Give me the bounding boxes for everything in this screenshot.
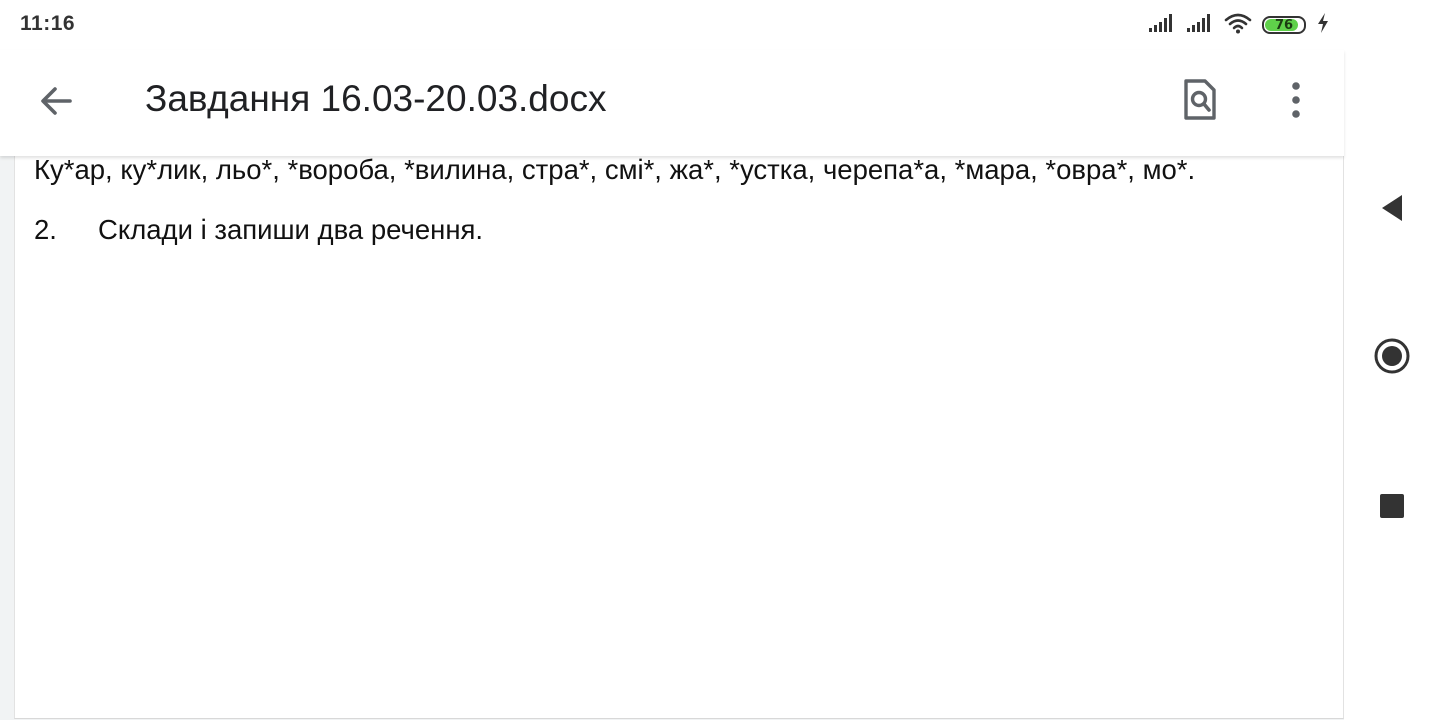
signal-sim1-icon xyxy=(1148,13,1176,38)
document-page[interactable]: Ку*ар, ку*лик, льо*, *вороба, *вилина, с… xyxy=(14,154,1344,719)
charging-icon xyxy=(1316,12,1330,39)
navigation-bar xyxy=(1344,0,1440,720)
nav-recents-button[interactable] xyxy=(1362,478,1422,538)
find-in-page-icon xyxy=(1182,78,1218,127)
document-line-1: Ку*ар, ку*лик, льо*, *вороба, *вилина, с… xyxy=(34,154,1196,185)
wifi-icon xyxy=(1224,12,1252,39)
nav-back-button[interactable] xyxy=(1362,180,1422,240)
back-button[interactable] xyxy=(24,76,88,130)
more-vert-icon xyxy=(1291,81,1301,123)
recents-square-icon xyxy=(1379,493,1405,524)
battery-icon: 76 xyxy=(1262,16,1306,34)
status-time: 11:16 xyxy=(20,12,76,35)
document-title: Завдання 16.03-20.03.docx xyxy=(145,78,607,119)
signal-sim2-icon xyxy=(1186,13,1214,38)
more-options-button[interactable] xyxy=(1266,72,1326,132)
document-viewer-screen: 11:16 76 Завдання 16.03-20.03.docx Ку*ар… xyxy=(0,0,1344,720)
battery-level: 76 xyxy=(1274,17,1294,33)
list-item-number: 2. xyxy=(34,214,57,245)
document-list-item-2: 2. Склади і запиши два речення. xyxy=(34,214,483,246)
back-triangle-icon xyxy=(1379,193,1405,228)
home-circle-icon xyxy=(1373,337,1411,380)
list-item-text: Склади і запиши два речення. xyxy=(98,214,484,245)
find-in-page-button[interactable] xyxy=(1170,72,1230,132)
status-icons: 76 xyxy=(1148,12,1330,38)
app-bar: Завдання 16.03-20.03.docx xyxy=(0,50,1344,156)
nav-home-button[interactable] xyxy=(1362,328,1422,388)
arrow-back-icon xyxy=(38,83,74,124)
document-area[interactable]: Ку*ар, ку*лик, льо*, *вороба, *вилина, с… xyxy=(0,154,1344,720)
status-bar: 11:16 76 xyxy=(0,0,1344,50)
